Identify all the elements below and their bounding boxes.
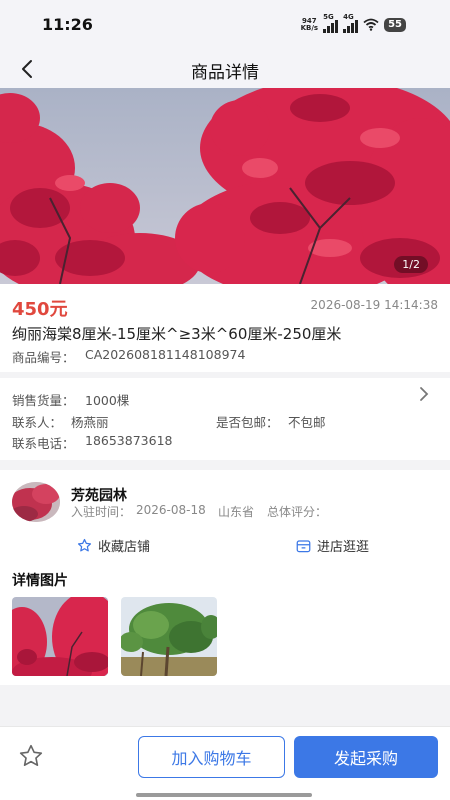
signal-icon: 5G <box>323 13 339 33</box>
phone-label: 联系电话： <box>12 436 75 451</box>
shop-name: 芳苑园林 <box>71 488 127 504</box>
join-date: 2026-08-18 <box>136 503 206 517</box>
product-title: 绚丽海棠8厘米-15厘米^≥3米^60厘米-250厘米 <box>12 325 342 343</box>
join-label: 入驻时间： <box>71 505 132 519</box>
product-photo <box>0 88 450 284</box>
contact-value: 杨燕丽 <box>71 415 109 430</box>
sim1-label: 5G <box>323 13 334 21</box>
status-icons: 947 KB/s 5G 4G 55 <box>300 13 406 33</box>
shop-province: 山东省 <box>218 505 255 519</box>
product-code: CA202608181148108974 <box>85 347 246 362</box>
nav-bar: 商品详情 <box>0 50 450 88</box>
product-summary: 450元 2026-08-19 14:14:38 绚丽海棠8厘米-15厘米^≥3… <box>0 284 450 372</box>
visit-shop-label: 进店逛逛 <box>317 540 370 555</box>
store-icon <box>296 539 311 552</box>
detail-image-1[interactable] <box>12 597 108 676</box>
status-bar: 11:26 947 KB/s 5G 4G 55 <box>0 0 450 50</box>
sales-value: 1000棵 <box>85 393 130 408</box>
sales-label: 销售货量： <box>12 393 75 408</box>
rating-label: 总体评分： <box>267 505 328 519</box>
wifi-icon <box>363 18 379 31</box>
status-time: 11:26 <box>42 15 93 34</box>
contact-label: 联系人： <box>12 415 63 430</box>
signal-icon-2: 4G <box>343 13 359 33</box>
network-speed: 947 KB/s <box>300 17 319 32</box>
product-code-label: 商品编号： <box>12 350 75 365</box>
visit-shop-button[interactable]: 进店逛逛 <box>296 536 369 555</box>
network-speed-unit: KB/s <box>300 23 319 32</box>
home-indicator[interactable] <box>136 793 312 797</box>
posted-time: 2026-08-19 14:14:38 <box>310 298 438 312</box>
product-image-carousel[interactable]: 1/2 <box>0 88 450 284</box>
favorite-shop-label: 收藏店铺 <box>98 540 151 555</box>
product-info[interactable]: 销售货量： 1000棵 联系人： 杨燕丽 是否包邮： 不包邮 联系电话： 186… <box>0 378 450 460</box>
detail-image-2[interactable] <box>121 597 217 676</box>
product-price: 450元 <box>12 299 68 320</box>
image-pager: 1/2 <box>394 256 428 273</box>
phone-value[interactable]: 18653873618 <box>85 433 172 448</box>
favorite-shop-button[interactable]: 收藏店铺 <box>77 536 150 555</box>
chevron-right-icon[interactable] <box>416 386 432 402</box>
bottom-action-bar: 加入购物车 发起采购 <box>0 726 450 800</box>
shipping-label: 是否包邮： <box>216 415 279 430</box>
detail-images-title: 详情图片 <box>12 573 68 589</box>
battery-icon: 55 <box>384 17 406 32</box>
add-to-cart-button[interactable]: 加入购物车 <box>138 736 285 778</box>
start-purchase-button[interactable]: 发起采购 <box>294 736 438 778</box>
shipping-value: 不包邮 <box>288 415 326 430</box>
star-icon <box>77 538 92 552</box>
shop-avatar[interactable] <box>12 482 60 522</box>
shop-card: 芳苑园林 入驻时间： 2026-08-18 山东省 总体评分： 收藏店铺 进店逛… <box>0 470 450 685</box>
page-title: 商品详情 <box>191 63 259 83</box>
sim2-label: 4G <box>343 13 354 21</box>
favorite-star-icon[interactable] <box>18 743 44 769</box>
